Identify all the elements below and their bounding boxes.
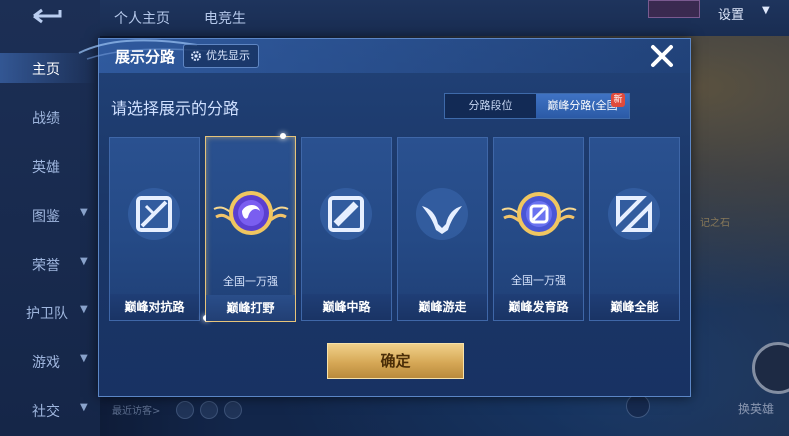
sidebar-item-label: 社交 <box>32 404 60 420</box>
clash-lane-icon <box>128 188 180 240</box>
chevron-down-icon: ▼ <box>762 5 770 16</box>
vip-badge <box>648 0 700 18</box>
lane-card-label: 巅峰全能 <box>590 294 679 320</box>
roam-icon <box>416 188 468 240</box>
tab-esports[interactable]: 电竞生 <box>204 8 246 28</box>
sidebar-item-record[interactable]: 战绩 <box>0 102 96 132</box>
jungle-medal-icon <box>213 191 289 235</box>
lane-card-top[interactable]: 巅峰对抗路 <box>109 137 200 321</box>
sidebar-item-label: 荣誉 <box>32 258 60 274</box>
sidebar-item-label: 英雄 <box>32 160 60 176</box>
chevron-down-icon: ▼ <box>80 304 88 315</box>
sidebar-item-label: 护卫队 <box>26 306 68 322</box>
lane-card-rank: 全国一万强 <box>223 275 278 288</box>
confirm-button[interactable]: 确定 <box>327 343 464 379</box>
lane-card-label: 巅峰中路 <box>302 294 391 320</box>
chevron-down-icon: ▼ <box>80 402 88 413</box>
close-icon <box>651 45 673 67</box>
sidebar-item-heroes[interactable]: 英雄 <box>0 151 96 181</box>
mid-lane-icon <box>320 188 372 240</box>
chevron-down-icon: ▼ <box>80 207 88 218</box>
lane-display-dialog: 展示分路 优先显示 请选择展示的分路 分路段位 巅峰分路(全国 新 巅峰对抗路 <box>78 38 691 397</box>
tab-profile[interactable]: 个人主页 <box>114 8 170 28</box>
sidebar-item-codex[interactable]: 图鉴 ▼ <box>0 200 96 230</box>
all-round-icon <box>608 188 660 240</box>
sidebar-item-honor[interactable]: 荣誉 ▼ <box>0 249 96 279</box>
sidebar-item-label: 主页 <box>32 62 60 78</box>
lane-card-label: 巅峰发育路 <box>494 294 583 320</box>
lane-card-jungle[interactable]: 全国一万强 巅峰打野 <box>203 133 296 322</box>
tab-lane-rank[interactable]: 分路段位 <box>445 94 536 118</box>
sidebar-item-game[interactable]: 游戏 ▼ <box>0 346 96 376</box>
farm-lane-medal-icon <box>501 192 577 236</box>
sparkle-icon <box>280 133 286 139</box>
dialog-title: 展示分路 <box>115 48 176 66</box>
priority-display-label: 优先显示 <box>206 49 250 62</box>
lane-card-farm[interactable]: 全国一万强 巅峰发育路 <box>493 137 584 321</box>
new-badge: 新 <box>611 93 625 107</box>
back-arrow-icon[interactable] <box>26 6 68 26</box>
gear-icon <box>191 51 201 61</box>
lane-card-label: 巅峰对抗路 <box>110 294 199 320</box>
lane-mode-tabs: 分路段位 巅峰分路(全国 <box>444 93 630 119</box>
lane-card-label: 巅峰打野 <box>206 295 295 321</box>
lane-card-rank: 全国一万强 <box>511 274 566 287</box>
settings-button[interactable]: 设置 <box>718 4 744 23</box>
sidebar-item-social[interactable]: 社交 ▼ <box>0 395 96 425</box>
lane-card-roam[interactable]: 巅峰游走 <box>397 137 488 321</box>
priority-display-button[interactable]: 优先显示 <box>183 44 259 68</box>
select-lane-prompt: 请选择展示的分路 <box>111 99 240 118</box>
lane-card-mid[interactable]: 巅峰中路 <box>301 137 392 321</box>
chevron-down-icon: ▼ <box>80 353 88 364</box>
close-button[interactable] <box>647 41 677 71</box>
sidebar-item-label: 游戏 <box>32 355 60 371</box>
sidebar-item-label: 战绩 <box>32 111 60 127</box>
lane-card-all-round[interactable]: 巅峰全能 <box>589 137 680 321</box>
lane-card-label: 巅峰游走 <box>398 294 487 320</box>
sidebar-item-label: 图鉴 <box>32 209 60 225</box>
chevron-down-icon: ▼ <box>80 256 88 267</box>
sidebar-item-guard[interactable]: 护卫队 ▼ <box>0 297 96 327</box>
